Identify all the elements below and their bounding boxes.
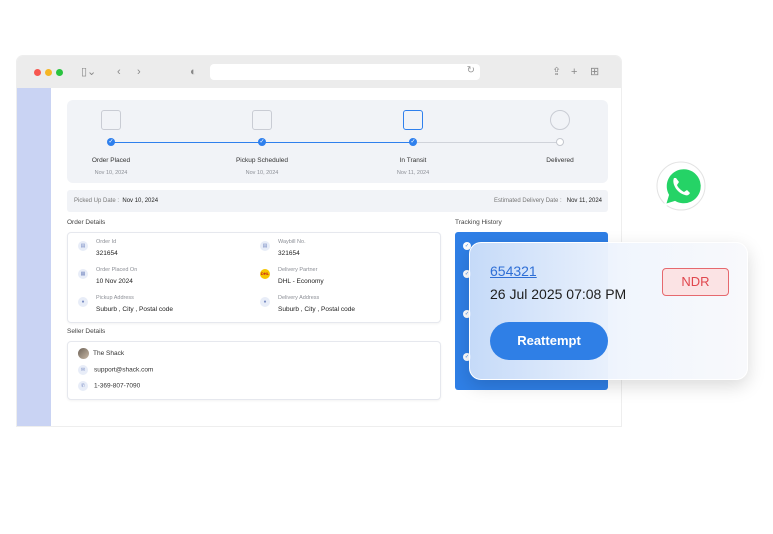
order-details-title: Order Details [67,219,106,226]
estimated-delivery-date: Nov 11, 2024 [566,198,602,204]
back-icon[interactable]: ‹ [117,65,121,79]
ndr-order-link[interactable]: 654321 [490,263,537,279]
shipment-progress: ✓ Order Placed Nov 10, 2024 ✓ Pickup Sch… [67,100,608,183]
app-sidebar [17,88,51,426]
step-pending-dot [556,138,564,146]
step-label: Delivered [546,157,574,164]
seller-email-row: ✉ support@shack.com [78,365,153,375]
document-icon [252,110,272,130]
seller-phone-row: ✆ 1-369-807-7090 [78,381,140,391]
tracking-history-title: Tracking History [455,219,502,226]
step-date: Nov 11, 2024 [396,170,430,176]
reattempt-button[interactable]: Reattempt [490,322,608,360]
ndr-status-badge: NDR [662,268,729,296]
delivery-address-label: Delivery Address [278,295,320,301]
order-icon: ▤ [78,241,88,251]
step-label: Pickup Scheduled [235,157,289,164]
estimated-delivery-label: Estimated Delivery Date : [494,198,562,204]
delivery-partner-value: DHL - Economy [278,278,324,285]
seller-details-title: Seller Details [67,328,106,335]
box-icon [101,110,121,130]
step-done-check-icon: ✓ [258,138,266,146]
order-id-label: Order Id [96,239,117,245]
progress-line-pending [413,142,564,143]
sidebar-toggle-icon[interactable]: ▯⌄ [81,65,96,79]
share-icon[interactable]: ⇪ [552,65,561,79]
privacy-shield-icon[interactable]: ◐ [190,65,197,79]
close-window-button[interactable] [34,69,41,76]
new-tab-icon[interactable]: + [571,65,577,79]
dhl-logo-icon: DHL [260,269,270,279]
step-done-check-icon: ✓ [409,138,417,146]
calendar-icon: ▦ [78,269,88,279]
phone-icon: ✆ [78,381,88,391]
minimize-window-button[interactable] [45,69,52,76]
step-date: Nov 10, 2024 [94,170,128,176]
waybill-icon: ▤ [260,241,270,251]
pickup-address-value: Suburb , City , Postal code [96,306,173,313]
order-details-card: ▤ Order Id 321654 ▤ Waybill No. 321654 ▦… [67,232,441,323]
address-bar[interactable]: ↻ [210,64,480,80]
step-date: Nov 10, 2024 [245,170,279,176]
whatsapp-icon[interactable] [655,161,707,213]
location-pin-icon: ● [260,297,270,307]
maximize-window-button[interactable] [56,69,63,76]
delivery-address-value: Suburb , City , Postal code [278,306,355,313]
browser-toolbar: ▯⌄ ‹ › ◐ ↻ ⇪ + ⊞ [17,56,621,88]
order-placed-label: Order Placed On [96,267,138,273]
picked-up-label: Picked Up Date : [74,198,120,204]
delivery-partner-label: Delivery Partner [278,267,318,273]
picked-up-date: Nov 10, 2024 [122,198,159,204]
dates-bar: Picked Up Date : Nov 10, 2024 Estimated … [67,190,608,212]
tab-overview-icon[interactable]: ⊞ [590,65,599,79]
location-pin-icon: ● [78,297,88,307]
seller-name-row: The Shack [78,348,124,359]
pickup-address-label: Pickup Address [96,295,134,301]
reload-icon[interactable]: ↻ [467,65,475,76]
seller-name: The Shack [93,350,125,358]
seller-phone[interactable]: 1-369-807-7090 [94,383,140,390]
mail-icon: ✉ [78,365,88,375]
step-label: In Transit [399,157,427,164]
step-done-check-icon: ✓ [107,138,115,146]
waybill-label: Waybill No. [278,239,306,245]
waybill-value: 321654 [278,250,300,257]
check-circle-icon [550,110,570,130]
order-id-value: 321654 [96,250,118,257]
order-placed-value: 10 Nov 2024 [96,278,133,285]
step-label: Order Placed [91,157,131,164]
ndr-card: 654321 26 Jul 2025 07:08 PM NDR Reattemp… [469,242,748,380]
seller-details-card: The Shack ✉ support@shack.com ✆ 1-369-807-… [67,341,441,400]
ndr-datetime: 26 Jul 2025 07:08 PM [490,286,627,302]
seller-email[interactable]: support@shack.com [94,367,153,374]
forward-icon[interactable]: › [137,65,141,79]
seller-avatar [78,348,89,359]
truck-icon [403,110,423,130]
